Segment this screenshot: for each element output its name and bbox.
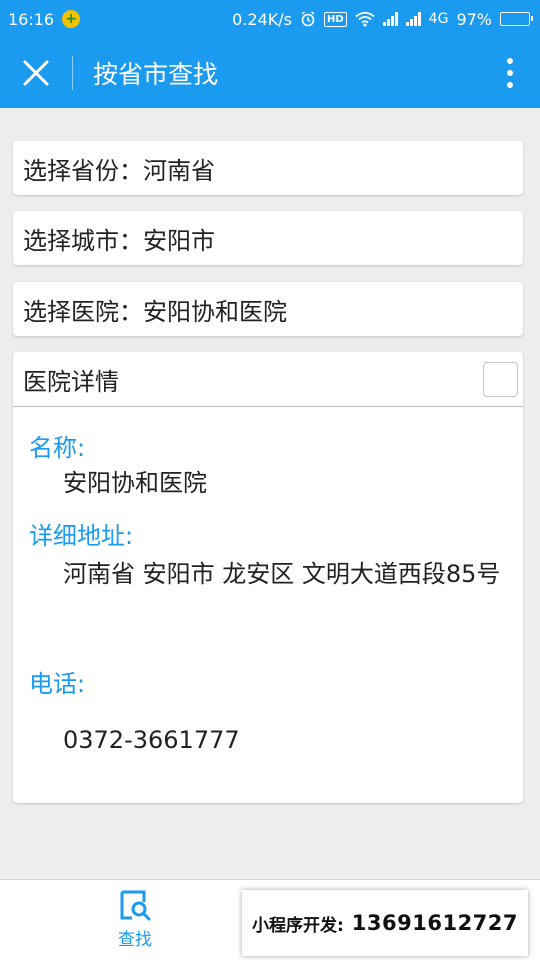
address-label: 详细地址: (29, 522, 134, 550)
detail-checkbox[interactable] (483, 361, 518, 397)
page-title: 按省市查找 (93, 60, 219, 89)
name-label: 名称: (29, 434, 86, 462)
plus-badge-icon: + (62, 10, 81, 28)
phone-value[interactable]: 0372-3661777 (63, 723, 240, 757)
watermark-prefix: 小程序开发: (251, 915, 344, 936)
hospital-select-label: 选择医院：安阳协和医院 (23, 297, 287, 326)
province-select[interactable]: 选择省份：河南省 (13, 141, 523, 195)
battery-percent: 97% (456, 9, 492, 29)
name-value: 安阳协和医院 (63, 469, 207, 497)
city-select[interactable]: 选择城市：安阳市 (13, 211, 523, 265)
detail-header-title: 医院详情 (23, 367, 119, 396)
signal-icon (382, 12, 398, 26)
hospital-select[interactable]: 选择医院：安阳协和医院 (13, 282, 523, 336)
more-vertical-icon (507, 58, 513, 88)
network-speed: 0.24K/s (232, 9, 292, 29)
city-select-label: 选择城市：安阳市 (23, 226, 215, 255)
hd-badge: HD (324, 11, 347, 27)
status-time: 16:16 (8, 9, 55, 29)
status-left: 16:16 + (8, 9, 81, 29)
phone-label: 电话: (29, 670, 86, 698)
nav-bar: 按省市查找 (0, 38, 540, 108)
close-button[interactable] (0, 38, 72, 108)
developer-watermark: 小程序开发: 13691612727 (242, 890, 528, 956)
watermark-phone: 13691612727 (351, 911, 519, 935)
network-type: 4G (428, 11, 449, 27)
tab-search-label: 查找 (118, 930, 152, 950)
battery-icon (500, 12, 533, 26)
alarm-icon (301, 11, 315, 27)
more-button[interactable] (480, 38, 540, 108)
tab-search[interactable]: 查找 (92, 888, 178, 950)
hospital-detail-card: 医院详情 名称: 安阳协和医院 详细地址: 河南省 安阳市 龙安区 文明大道西段… (13, 352, 523, 803)
nav-divider (72, 56, 73, 90)
signal-icon-2 (405, 12, 421, 26)
status-right: 0.24K/s HD 4G 97% (232, 9, 533, 29)
province-select-label: 选择省份：河南省 (23, 156, 215, 185)
search-document-icon (120, 890, 151, 921)
close-icon (23, 60, 49, 86)
address-value: 河南省 安阳市 龙安区 文明大道西段85号 (63, 560, 501, 588)
status-bar: 16:16 + 0.24K/s HD 4G 97% (0, 0, 540, 38)
wifi-icon (355, 11, 375, 27)
detail-header: 医院详情 (13, 352, 523, 407)
